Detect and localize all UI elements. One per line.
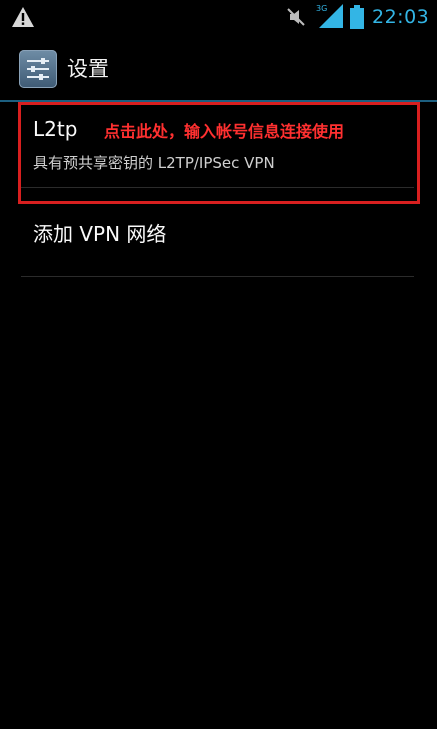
mute-icon	[287, 8, 305, 26]
clock: 22:03	[372, 6, 430, 28]
status-bar: 3G 22:03	[0, 0, 437, 34]
action-bar	[0, 34, 437, 102]
annotation-text: 点击此处，输入帐号信息连接使用	[104, 122, 345, 141]
warning-icon	[12, 7, 34, 27]
network-type-label: 3G	[316, 4, 327, 13]
battery-icon	[350, 5, 364, 29]
add-vpn-network-label: 添加 VPN 网络	[33, 222, 167, 246]
settings-icon[interactable]	[19, 50, 57, 88]
list-divider	[21, 276, 414, 277]
signal-icon: 3G	[316, 4, 343, 28]
page-title: 设置	[67, 57, 109, 81]
settings-sliders-icon	[27, 58, 49, 80]
